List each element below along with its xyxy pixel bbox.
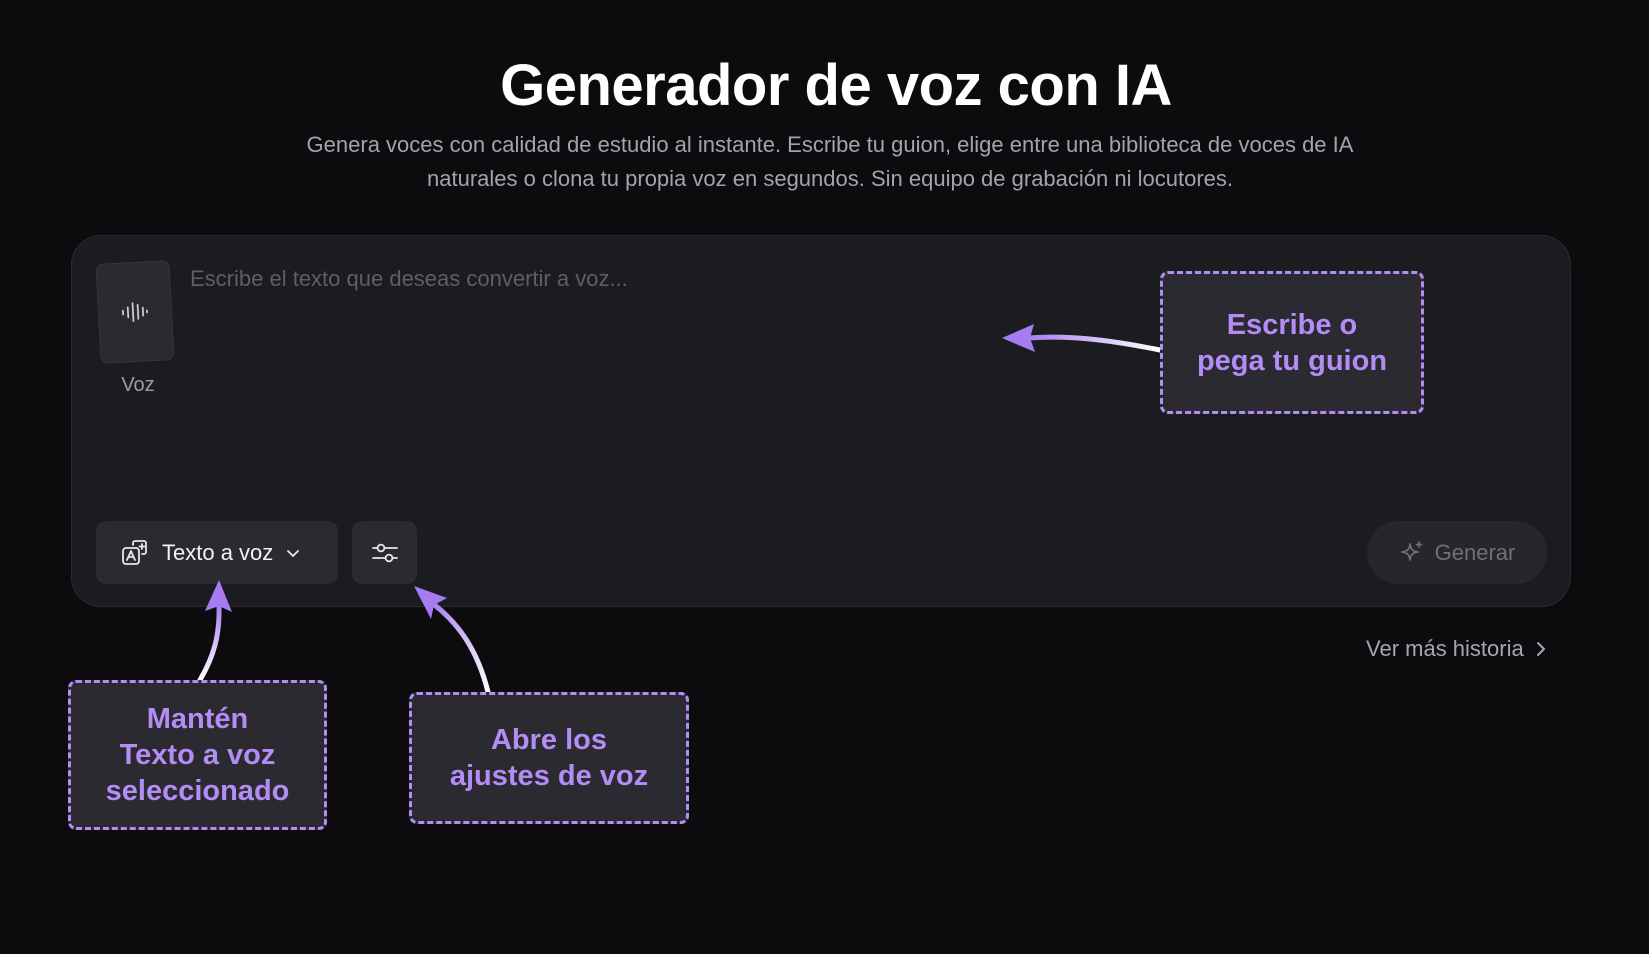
- chevron-down-icon: [287, 549, 300, 557]
- text-to-speech-icon: [122, 539, 147, 565]
- callout-keep-text-to-speech: Mantén Texto a voz seleccionado: [68, 680, 327, 830]
- sparkle-icon: [1400, 540, 1422, 561]
- sliders-icon: [371, 543, 398, 562]
- app-root: Generador de voz con IA Genera voces con…: [0, 0, 1649, 954]
- voice-settings-button[interactable]: [352, 521, 417, 584]
- history-link-label: Ver más historia: [1366, 636, 1524, 661]
- page-title: Generador de voz con IA: [500, 53, 1172, 118]
- callout-open-voice-settings: Abre los ajustes de voz: [409, 692, 689, 824]
- view-more-history-link[interactable]: Ver más historia: [1366, 636, 1548, 662]
- voice-selector-card[interactable]: [95, 260, 175, 364]
- mode-dropdown-button[interactable]: Texto a voz: [96, 521, 338, 584]
- callout-write-script: Escribe o pega tu guion: [1160, 271, 1424, 414]
- page-subtitle: Genera voces con calidad de estudio al i…: [306, 132, 1354, 191]
- mode-label: Texto a voz: [162, 539, 274, 565]
- chevron-right-icon: [1536, 642, 1545, 656]
- generate-label: Generar: [1434, 539, 1516, 565]
- generate-button[interactable]: Generar: [1367, 521, 1547, 584]
- script-input[interactable]: [190, 266, 1090, 486]
- waveform-icon: [122, 302, 148, 322]
- voice-label: Voz: [121, 374, 155, 396]
